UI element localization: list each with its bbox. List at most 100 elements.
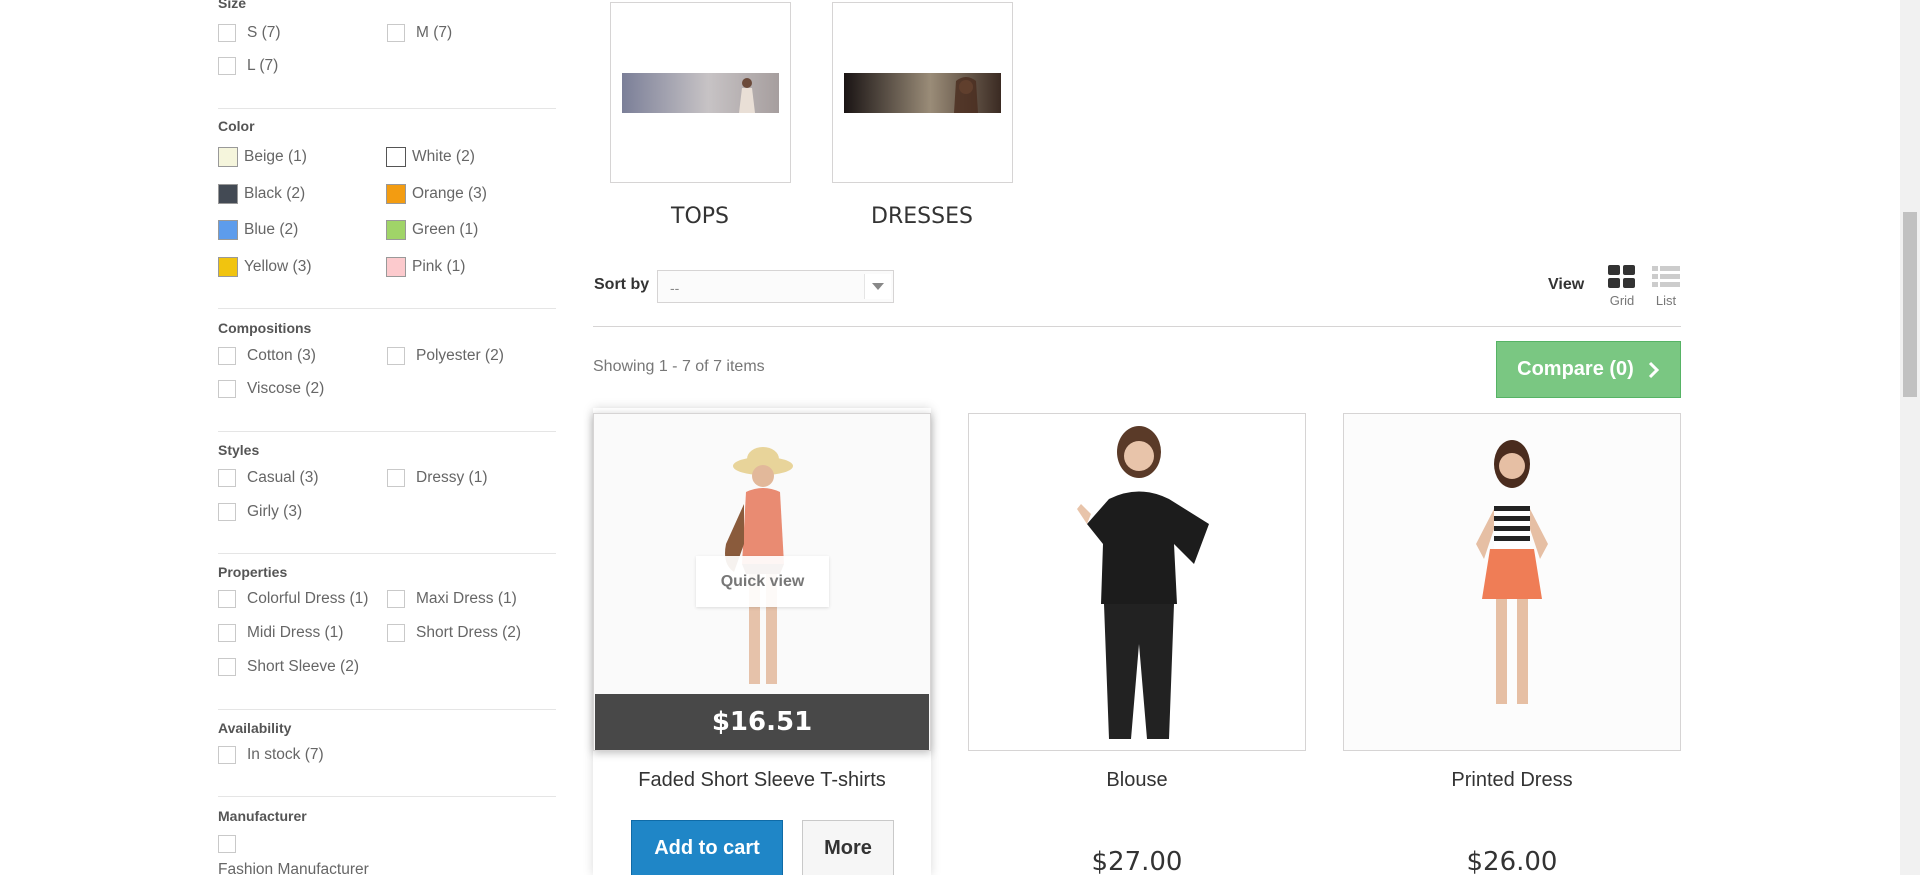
filter-title-compositions: Compositions: [218, 320, 312, 336]
product-name-printed-dress[interactable]: Printed Dress: [1343, 769, 1681, 792]
filter-color-black[interactable]: Black (2): [218, 184, 305, 204]
filter-sidebar: Size S (7) M (7) L (7) Color Beige (1) W…: [218, 0, 556, 875]
subcategory-tops-image[interactable]: [610, 2, 791, 183]
filter-color-beige[interactable]: Beige (1): [218, 147, 307, 167]
filter-availability-in-stock[interactable]: In stock (7): [218, 746, 324, 764]
filter-style-casual[interactable]: Casual (3): [218, 469, 319, 487]
filter-composition-cotton[interactable]: Cotton (3): [218, 347, 316, 365]
product-image-printed-dress[interactable]: [1343, 413, 1681, 751]
view-list-button[interactable]: List: [1648, 264, 1684, 308]
quick-view-button[interactable]: Quick view: [696, 556, 829, 607]
filter-composition-polyester[interactable]: Polyester (2): [387, 347, 504, 365]
scrollbar-thumb[interactable]: [1903, 212, 1917, 397]
product-image-blouse[interactable]: [968, 413, 1306, 751]
filter-style-dressy[interactable]: Dressy (1): [387, 469, 487, 487]
checkbox[interactable]: [218, 503, 236, 521]
product-name-faded-tshirt[interactable]: Faded Short Sleeve T-shirts: [593, 769, 931, 792]
list-icon: [1652, 266, 1680, 287]
filter-title-manufacturer: Manufacturer: [218, 808, 307, 824]
scrollbar-track[interactable]: [1900, 0, 1920, 875]
checkbox[interactable]: [218, 347, 236, 365]
color-swatch[interactable]: [386, 220, 406, 240]
filter-property-maxi-dress[interactable]: Maxi Dress (1): [387, 590, 517, 608]
filter-composition-viscose[interactable]: Viscose (2): [218, 380, 324, 398]
filter-group-color: Color Beige (1) White (2) Black (2) Oran…: [218, 109, 556, 309]
product-image-faded-tshirt[interactable]: Quick view $16.51: [593, 413, 931, 751]
checkbox[interactable]: [218, 24, 236, 42]
filter-size-s[interactable]: S (7): [218, 24, 281, 42]
tops-banner-image: [622, 73, 779, 113]
filter-manufacturer-fashion[interactable]: Fashion Manufacturer: [218, 861, 369, 875]
view-grid-label: Grid: [1609, 293, 1635, 308]
product-photo: [1344, 414, 1680, 750]
filter-property-short-dress[interactable]: Short Dress (2): [387, 624, 521, 642]
checkbox[interactable]: [218, 624, 236, 642]
compare-label: Compare (0): [1517, 358, 1634, 380]
filter-size-m[interactable]: M (7): [387, 24, 452, 42]
color-swatch[interactable]: [386, 257, 406, 277]
filter-property-colorful-dress[interactable]: Colorful Dress (1): [218, 590, 368, 608]
checkbox[interactable]: [387, 590, 405, 608]
view-grid-button[interactable]: Grid: [1604, 264, 1640, 308]
grid-icon: [1608, 265, 1635, 288]
filter-color-yellow[interactable]: Yellow (3): [218, 257, 312, 277]
color-swatch[interactable]: [386, 184, 406, 204]
subcategory-tops-link[interactable]: TOPS: [600, 204, 800, 229]
more-button[interactable]: More: [802, 820, 894, 875]
filter-group-manufacturer: Manufacturer Fashion Manufacturer: [218, 797, 556, 875]
checkbox[interactable]: [218, 469, 236, 487]
filter-color-blue[interactable]: Blue (2): [218, 220, 298, 240]
results-count: Showing 1 - 7 of 7 items: [593, 358, 765, 375]
color-swatch[interactable]: [218, 220, 238, 240]
filter-title-properties: Properties: [218, 564, 288, 580]
chevron-down-icon[interactable]: [864, 274, 891, 299]
product-photo: [969, 414, 1305, 750]
divider: [593, 326, 1681, 327]
sort-label: Sort by: [594, 276, 650, 293]
color-swatch[interactable]: [386, 147, 406, 167]
add-to-cart-button[interactable]: Add to cart: [631, 820, 783, 875]
product-name-blouse[interactable]: Blouse: [968, 769, 1306, 792]
view-label: View: [1548, 276, 1585, 293]
checkbox[interactable]: [218, 658, 236, 676]
filter-group-compositions: Compositions Cotton (3) Polyester (2) Vi…: [218, 309, 556, 432]
checkbox[interactable]: [387, 469, 405, 487]
filter-size-l[interactable]: L (7): [218, 57, 278, 75]
filter-title-availability: Availability: [218, 720, 292, 736]
chevron-right-icon: [1648, 361, 1659, 378]
compare-button[interactable]: Compare (0): [1496, 341, 1681, 398]
filter-group-properties: Properties Colorful Dress (1) Maxi Dress…: [218, 554, 556, 710]
color-swatch[interactable]: [218, 184, 238, 204]
color-swatch[interactable]: [218, 257, 238, 277]
filter-color-green[interactable]: Green (1): [386, 220, 478, 240]
checkbox[interactable]: [387, 347, 405, 365]
dresses-banner-image: [844, 73, 1001, 113]
filter-group-styles: Styles Casual (3) Dressy (1) Girly (3): [218, 432, 556, 554]
view-list-label: List: [1655, 293, 1677, 308]
filter-title-styles: Styles: [218, 442, 260, 458]
checkbox[interactable]: [218, 57, 236, 75]
filter-group-size: Size S (7) M (7) L (7): [218, 0, 556, 109]
sort-select[interactable]: --: [657, 270, 894, 303]
filter-manufacturer-checkbox[interactable]: [218, 835, 236, 853]
filter-style-girly[interactable]: Girly (3): [218, 503, 302, 521]
price-bar: $16.51: [595, 694, 929, 750]
sort-select-value: --: [670, 280, 680, 296]
product-price-blouse: $27.00: [1091, 847, 1183, 875]
filter-title-color: Color: [218, 118, 255, 134]
checkbox[interactable]: [387, 624, 405, 642]
subcategory-dresses-link[interactable]: DRESSES: [822, 204, 1022, 229]
color-swatch[interactable]: [218, 147, 238, 167]
checkbox[interactable]: [387, 24, 405, 42]
filter-color-pink[interactable]: Pink (1): [386, 257, 465, 277]
filter-color-orange[interactable]: Orange (3): [386, 184, 487, 204]
checkbox[interactable]: [218, 590, 236, 608]
filter-color-white[interactable]: White (2): [386, 147, 475, 167]
filter-property-short-sleeve[interactable]: Short Sleeve (2): [218, 658, 359, 676]
filter-group-availability: Availability In stock (7): [218, 710, 556, 797]
checkbox[interactable]: [218, 380, 236, 398]
subcategory-dresses-image[interactable]: [832, 2, 1013, 183]
filter-property-midi-dress[interactable]: Midi Dress (1): [218, 624, 343, 642]
checkbox[interactable]: [218, 746, 236, 764]
filter-title-size: Size: [218, 0, 247, 11]
